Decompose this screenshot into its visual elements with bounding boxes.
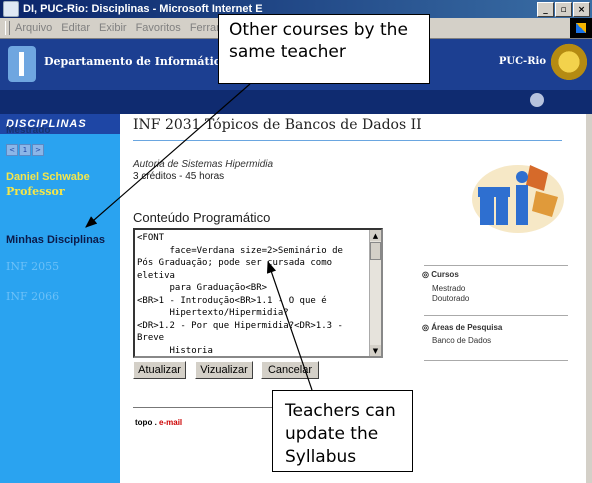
sidebar-program[interactable]: Mestrado: [6, 125, 50, 136]
sidebar-pager: < 1 >: [6, 144, 44, 156]
annotation-update-syllabus: Teachers can update the Syllabus: [272, 390, 413, 472]
university-name: PUC-Rio: [498, 56, 546, 67]
scroll-up-icon[interactable]: ▲: [370, 230, 381, 241]
footer-separator: .: [154, 418, 157, 427]
home-icon[interactable]: [530, 93, 544, 107]
menu-editar[interactable]: Editar: [61, 22, 90, 34]
sidebar-course-2[interactable]: INF 2066: [6, 290, 59, 303]
panel-divider: [424, 360, 568, 361]
top-link[interactable]: topo: [135, 418, 152, 427]
pager-next-icon[interactable]: >: [32, 144, 44, 156]
teacher-name[interactable]: Daniel Schwabe: [6, 171, 90, 183]
title-divider: [133, 140, 562, 141]
toolbar-grip: [5, 21, 10, 35]
syllabus-scrollbar[interactable]: ▲ ▼: [369, 230, 381, 356]
view-button[interactable]: Vizualizar: [195, 361, 253, 379]
footer-links: topo . e-mail: [135, 418, 182, 427]
syllabus-textarea[interactable]: <FONT face=Verdana size=2>Seminário de P…: [133, 228, 383, 358]
research-heading-label: Áreas de Pesquisa: [431, 323, 503, 332]
hypermedia-logo-icon: [472, 165, 564, 233]
syllabus-heading: Conteúdo Programático: [133, 210, 271, 225]
courses-heading-label: Cursos: [431, 270, 459, 279]
research-link[interactable]: Banco de Dados: [432, 336, 491, 345]
menu-arquivo[interactable]: Arquivo: [15, 22, 52, 34]
course-title: INF 2031 Tópicos de Bancos de Dados II: [133, 117, 422, 133]
menu-exibir[interactable]: Exibir: [99, 22, 127, 34]
close-icon[interactable]: ×: [573, 2, 590, 17]
annotation-other-courses: Other courses by the same teacher: [218, 14, 430, 84]
panel-divider: [424, 265, 568, 266]
sidebar: DISCIPLINAS Mestrado < 1 > Daniel Schwab…: [0, 114, 120, 483]
page-scrollbar[interactable]: [586, 114, 592, 483]
nav-band: [0, 90, 592, 114]
scroll-thumb[interactable]: [370, 242, 381, 260]
minimize-icon[interactable]: _: [537, 2, 554, 17]
maximize-icon[interactable]: ▫: [555, 2, 572, 17]
department-logo: [8, 46, 36, 82]
courses-heading: ◎ Cursos: [422, 270, 459, 279]
department-name: Departamento de Informática: [44, 55, 228, 68]
window-controls: _ ▫ ×: [537, 2, 590, 17]
teacher-role: Professor: [6, 185, 65, 198]
update-button[interactable]: Atualizar: [133, 361, 186, 379]
email-link[interactable]: e-mail: [159, 418, 182, 427]
course-credits: 3 créditos - 45 horas: [133, 171, 225, 182]
browser-icon: [3, 1, 19, 17]
my-courses-heading: Minhas Disciplinas: [6, 234, 106, 246]
course-link-doutorado[interactable]: Doutorado: [432, 294, 469, 303]
sidebar-course-1[interactable]: INF 2055: [6, 260, 59, 273]
university-crest-icon: [550, 43, 588, 85]
cancel-button[interactable]: Cancelar: [261, 361, 319, 379]
pager-index-icon[interactable]: 1: [19, 144, 31, 156]
panel-divider: [424, 315, 568, 316]
windows-logo-icon: [570, 18, 592, 38]
pager-prev-icon[interactable]: <: [6, 144, 18, 156]
course-subtitle: Autoria de Sistemas Hipermidia: [133, 159, 274, 170]
syllabus-text[interactable]: <FONT face=Verdana size=2>Seminário de P…: [135, 230, 381, 356]
course-link-mestrado[interactable]: Mestrado: [432, 284, 465, 293]
menu-favoritos[interactable]: Favoritos: [136, 22, 181, 34]
research-heading: ◎ Áreas de Pesquisa: [422, 323, 503, 332]
scroll-down-icon[interactable]: ▼: [370, 345, 381, 356]
